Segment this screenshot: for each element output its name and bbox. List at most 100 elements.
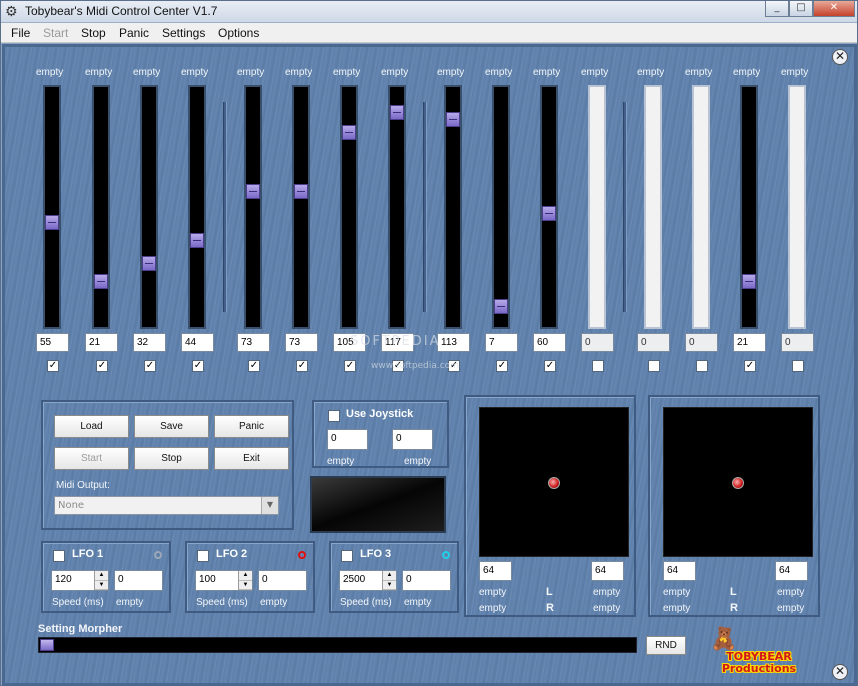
slider-enable-checkbox[interactable] (592, 360, 604, 372)
slider-value-field[interactable]: 0 (685, 333, 718, 352)
slider-track[interactable] (244, 85, 262, 329)
slider-enable-checkbox[interactable]: ✓ (96, 360, 108, 372)
start-button[interactable]: Start (54, 447, 129, 470)
close-window-button[interactable]: ✕ (813, 1, 855, 17)
slider-track[interactable] (292, 85, 310, 329)
close-bottom-icon[interactable]: ✕ (832, 664, 848, 680)
menu-stop[interactable]: Stop (81, 26, 106, 40)
xy-pad-x-input[interactable]: 64 (663, 561, 696, 581)
slider-value-field[interactable]: 0 (581, 333, 614, 352)
slider-thumb[interactable] (542, 206, 556, 221)
slider-thumb[interactable] (190, 233, 204, 248)
slider-enable-checkbox[interactable]: ✓ (744, 360, 756, 372)
slider-enable-checkbox[interactable]: ✓ (296, 360, 308, 372)
panic-button[interactable]: Panic (214, 415, 289, 438)
slider-track[interactable] (788, 85, 806, 329)
slider-value-field[interactable]: 113 (437, 333, 470, 352)
menu-file[interactable]: File (11, 26, 30, 40)
rnd-button[interactable]: RND (646, 636, 686, 655)
slider-thumb[interactable] (390, 105, 404, 120)
xy-pad-cursor-icon[interactable] (548, 477, 560, 489)
slider-track[interactable] (340, 85, 358, 329)
slider-value-field[interactable]: 21 (85, 333, 118, 352)
xy-pad-y-input[interactable]: 64 (591, 561, 624, 581)
xy-pad-x-input[interactable]: 64 (479, 561, 512, 581)
load-button[interactable]: Load (54, 415, 129, 438)
slider-thumb[interactable] (494, 299, 508, 314)
xy-pad[interactable] (479, 407, 629, 557)
slider-thumb[interactable] (294, 184, 308, 199)
slider-enable-checkbox[interactable]: ✓ (544, 360, 556, 372)
exit-button[interactable]: Exit (214, 447, 289, 470)
slider-track[interactable] (692, 85, 710, 329)
xy-pad-cursor-icon[interactable] (732, 477, 744, 489)
slider-track[interactable] (140, 85, 158, 329)
slider-thumb[interactable] (142, 256, 156, 271)
slider-enable-checkbox[interactable]: ✓ (344, 360, 356, 372)
slider-enable-checkbox[interactable] (648, 360, 660, 372)
slider-value-field[interactable]: 32 (133, 333, 166, 352)
slider-thumb[interactable] (246, 184, 260, 199)
morpher-thumb[interactable] (40, 639, 54, 651)
slider-value-field[interactable]: 0 (781, 333, 814, 352)
lfo-enable-checkbox[interactable] (53, 550, 65, 562)
lfo-value-input[interactable]: 0 (258, 570, 307, 591)
lfo-speed-input[interactable]: 120 ▲ ▼ (51, 570, 109, 591)
slider-value-field[interactable]: 0 (637, 333, 670, 352)
slider-value-field[interactable]: 21 (733, 333, 766, 352)
menu-settings[interactable]: Settings (162, 26, 205, 40)
maximize-button[interactable]: □ (789, 1, 813, 17)
lfo-enable-checkbox[interactable] (341, 550, 353, 562)
spinner-icon[interactable]: ▲ ▼ (382, 571, 396, 590)
joystick-x-input[interactable]: 0 (327, 429, 368, 450)
slider-track[interactable] (444, 85, 462, 329)
save-button[interactable]: Save (134, 415, 209, 438)
slider-value-field[interactable]: 73 (285, 333, 318, 352)
close-panel-icon[interactable]: ✕ (832, 49, 848, 65)
menu-panic[interactable]: Panic (119, 26, 149, 40)
slider-thumb[interactable] (742, 274, 756, 289)
menu-start[interactable]: Start (43, 26, 68, 40)
slider-track[interactable] (43, 85, 61, 329)
lfo-speed-input[interactable]: 100 ▲ ▼ (195, 570, 253, 591)
slider-track[interactable] (540, 85, 558, 329)
slider-enable-checkbox[interactable]: ✓ (248, 360, 260, 372)
slider-enable-checkbox[interactable] (696, 360, 708, 372)
morpher-slider[interactable] (38, 637, 637, 653)
slider-value-field[interactable]: 55 (36, 333, 69, 352)
slider-track[interactable] (588, 85, 606, 329)
lfo-speed-input[interactable]: 2500 ▲ ▼ (339, 570, 397, 591)
slider-thumb[interactable] (342, 125, 356, 140)
lfo-value-input[interactable]: 0 (114, 570, 163, 591)
slider-track[interactable] (644, 85, 662, 329)
slider-thumb[interactable] (94, 274, 108, 289)
slider-enable-checkbox[interactable]: ✓ (192, 360, 204, 372)
joystick-y-input[interactable]: 0 (392, 429, 433, 450)
slider-thumb[interactable] (45, 215, 59, 230)
slider-track[interactable] (92, 85, 110, 329)
xy-pad-y-input[interactable]: 64 (775, 561, 808, 581)
slider-track[interactable] (740, 85, 758, 329)
slider-value-field[interactable]: 60 (533, 333, 566, 352)
spinner-icon[interactable]: ▲ ▼ (238, 571, 252, 590)
slider-value-field[interactable]: 73 (237, 333, 270, 352)
menu-options[interactable]: Options (218, 26, 259, 40)
stop-button[interactable]: Stop (134, 447, 209, 470)
xy-pad[interactable] (663, 407, 813, 557)
use-joystick-checkbox[interactable] (328, 410, 340, 422)
slider-value-field[interactable]: 7 (485, 333, 518, 352)
slider-enable-checkbox[interactable]: ✓ (144, 360, 156, 372)
slider-enable-checkbox[interactable] (792, 360, 804, 372)
midi-output-select[interactable]: None ▼ (54, 496, 279, 515)
slider-track[interactable] (492, 85, 510, 329)
minimize-button[interactable]: _ (765, 1, 789, 17)
slider-value-field[interactable]: 44 (181, 333, 214, 352)
slider-thumb[interactable] (446, 112, 460, 127)
slider-track[interactable] (188, 85, 206, 329)
slider-track[interactable] (388, 85, 406, 329)
lfo-value-input[interactable]: 0 (402, 570, 451, 591)
spinner-icon[interactable]: ▲ ▼ (94, 571, 108, 590)
slider-enable-checkbox[interactable]: ✓ (496, 360, 508, 372)
slider-enable-checkbox[interactable]: ✓ (47, 360, 59, 372)
lfo-enable-checkbox[interactable] (197, 550, 209, 562)
